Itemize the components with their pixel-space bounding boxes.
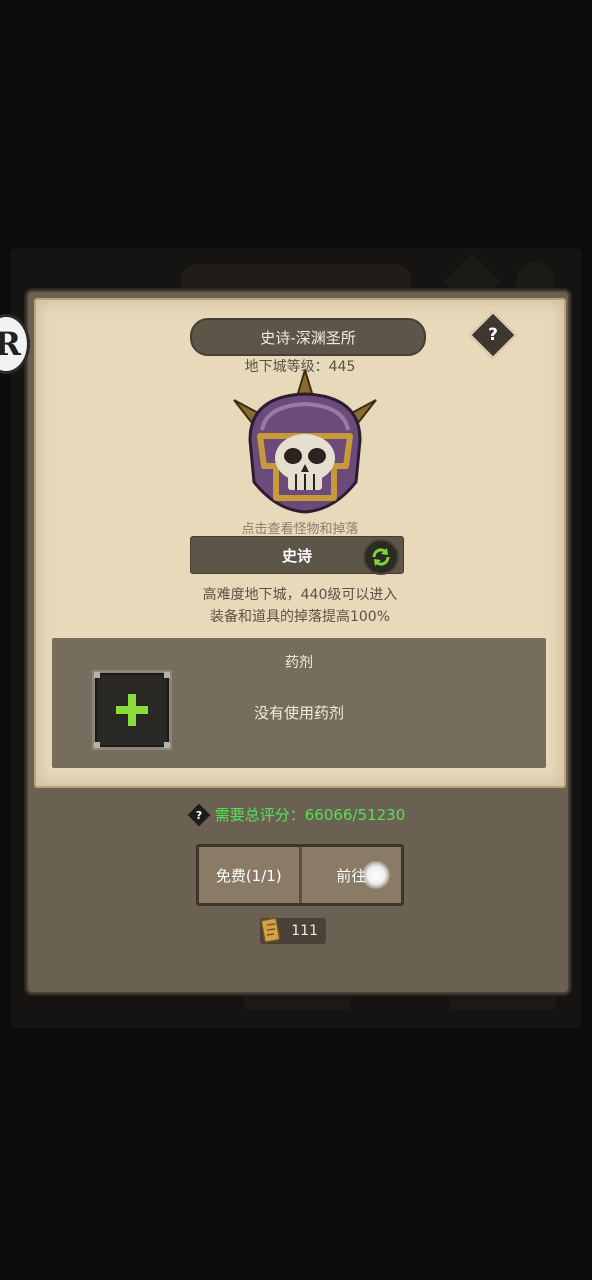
- scroll-ticket-icon: [260, 917, 281, 943]
- difficulty-selector[interactable]: 史诗: [190, 536, 404, 575]
- refresh-icon: [372, 548, 390, 566]
- potion-empty-text: 没有使用药剂: [253, 704, 344, 722]
- help-symbol: ?: [488, 325, 498, 345]
- slot-corner: [164, 742, 170, 748]
- switch-difficulty-button[interactable]: [363, 539, 399, 575]
- ticket-count: 111: [291, 923, 318, 939]
- slot-corner: [94, 672, 100, 678]
- potion-title: 药剂: [285, 655, 313, 671]
- help-icon[interactable]: ?: [468, 310, 518, 360]
- side-logo-letter: R: [0, 325, 21, 363]
- requirement-score: 需要总评分：66066/51230: [214, 806, 406, 824]
- touch-indicator: [361, 861, 390, 889]
- monster-hint[interactable]: 点击查看怪物和掉落: [36, 518, 564, 537]
- difficulty-label: 史诗: [281, 546, 312, 565]
- slot-corner: [164, 672, 170, 678]
- requirement-help-icon[interactable]: ?: [187, 803, 211, 826]
- action-buttons: 免费(1/1) 前往: [196, 844, 404, 906]
- parchment-area: 史诗-深渊圣所 ? 地下城等级：445 点击查看怪物和掉落 史诗 高难度地下城，…: [34, 298, 566, 788]
- ticket-counter: 111: [260, 917, 326, 944]
- dungeon-title-text: 史诗-深渊圣所: [260, 328, 356, 347]
- free-enter-label: 免费(1/1): [215, 866, 282, 885]
- potion-section: 药剂 没有使用药剂: [52, 638, 546, 768]
- add-icon: [116, 694, 148, 726]
- monster-skull-helmet-icon[interactable]: [230, 370, 380, 520]
- dungeon-description-line-1: 高难度地下城，440级可以进入: [202, 587, 398, 603]
- slot-corner: [94, 742, 100, 748]
- dungeon-title: 史诗-深渊圣所: [190, 318, 426, 356]
- dungeon-description-line-2: 装备和道具的掉落提高100%: [209, 609, 391, 625]
- free-enter-button[interactable]: 免费(1/1): [199, 847, 302, 903]
- go-button[interactable]: 前往: [302, 847, 402, 903]
- requirement-row: ? 需要总评分：66066/51230: [28, 803, 568, 826]
- dungeon-panel: 史诗-深渊圣所 ? 地下城等级：445 点击查看怪物和掉落 史诗 高难度地下城，…: [26, 290, 570, 994]
- potion-slot[interactable]: [92, 670, 172, 750]
